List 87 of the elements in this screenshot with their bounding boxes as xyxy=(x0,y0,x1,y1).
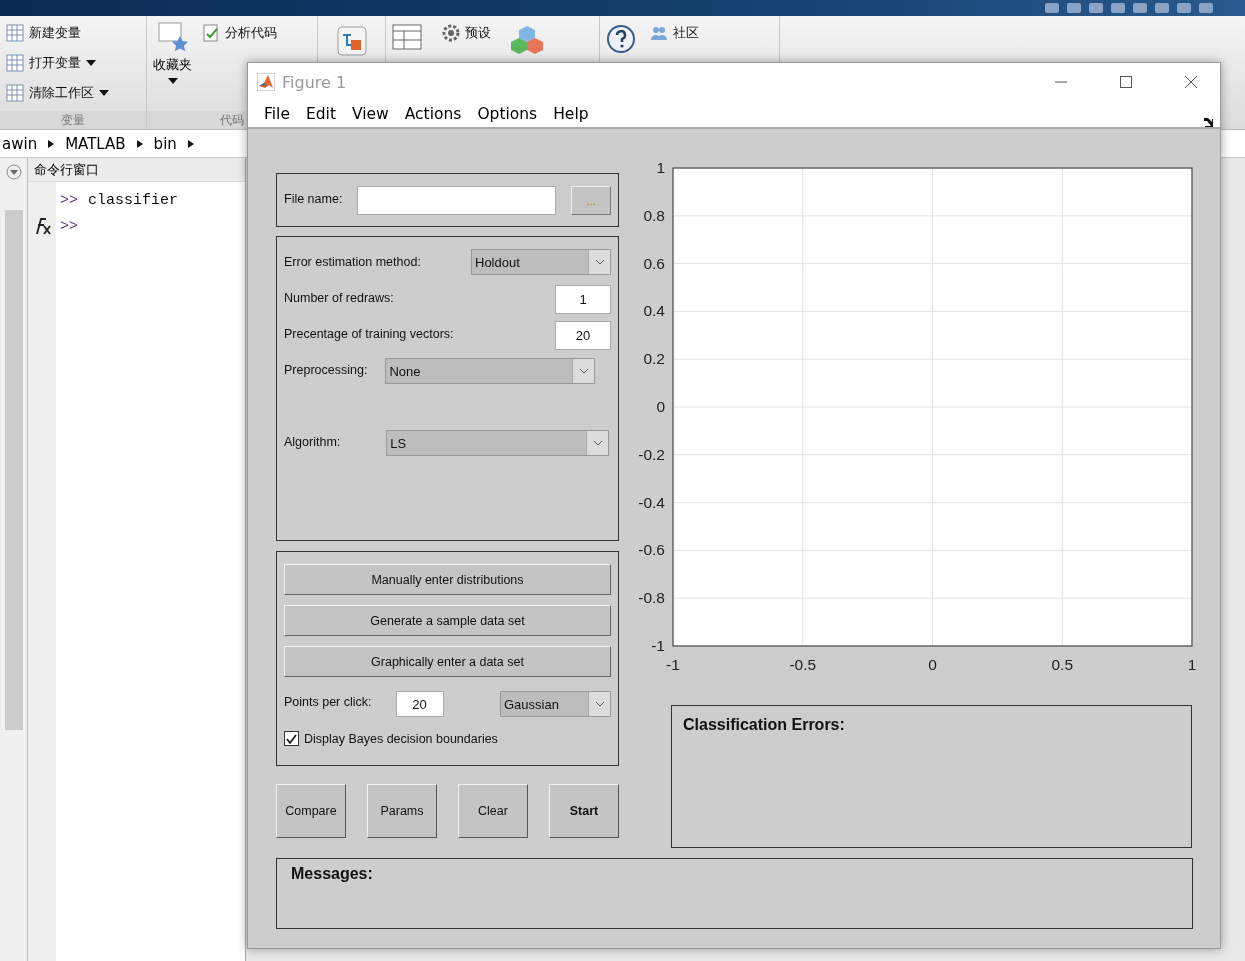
chevron-down-icon xyxy=(594,701,605,707)
menu-item[interactable]: Options xyxy=(469,105,546,123)
panel-title: Classification Errors: xyxy=(683,716,845,733)
tick-label: 0.8 xyxy=(643,206,665,224)
file-name-field[interactable] xyxy=(357,186,557,215)
menu-item[interactable]: Actions xyxy=(396,105,470,123)
method-select[interactable]: Holdout xyxy=(471,249,611,275)
tick-label: -0.8 xyxy=(638,589,665,607)
triangle-right-icon xyxy=(186,138,195,149)
gear-icon xyxy=(442,24,460,42)
triangle-right-icon xyxy=(135,138,144,149)
scrollbar[interactable] xyxy=(4,210,23,730)
tick-label: 0.4 xyxy=(643,302,665,320)
checkbox[interactable] xyxy=(284,731,299,746)
field-label: Precentage of training vectors: xyxy=(284,326,454,341)
variable-grid-icon xyxy=(6,54,24,72)
data-button[interactable]: Generate a sample data set xyxy=(284,605,611,636)
variable-grid-icon xyxy=(6,84,24,102)
panel-title: 命令行窗口 xyxy=(28,158,245,182)
ribbon-button[interactable]: 打开变量 xyxy=(6,52,109,74)
field-label: Algorithm: xyxy=(284,434,341,449)
tick-label: 0.5 xyxy=(1051,656,1074,673)
menu-item[interactable]: View xyxy=(343,105,397,123)
tick-label: 0.6 xyxy=(643,254,665,272)
help-icon xyxy=(606,24,636,54)
section-label: 变量 xyxy=(0,111,146,129)
tick-label: 0 xyxy=(928,656,937,673)
menu-item[interactable]: Help xyxy=(545,105,597,123)
tick-label: -0.4 xyxy=(638,493,665,511)
field-label: Points per click: xyxy=(284,694,372,709)
action-button[interactable]: Start xyxy=(549,784,619,838)
redraws-field[interactable]: 1 xyxy=(555,285,611,314)
field-label: Preprocessing: xyxy=(284,362,368,377)
maximize-icon xyxy=(1120,76,1132,88)
block-diagram-icon xyxy=(336,26,367,56)
breadcrumb-item[interactable]: awin xyxy=(2,134,38,153)
dock-arrow-icon xyxy=(1203,117,1214,128)
favorites-button[interactable]: 收藏夹 xyxy=(153,22,192,84)
dropdown-circle-icon xyxy=(5,164,22,180)
tick-label: -1 xyxy=(666,656,680,673)
people-icon xyxy=(650,24,668,42)
ribbon-button[interactable]: 预设 xyxy=(442,24,491,42)
preprocessing-select[interactable]: None xyxy=(385,358,596,384)
training-field[interactable]: 20 xyxy=(555,321,611,350)
command-prompt: >> xyxy=(60,191,78,209)
command-prompt: >> xyxy=(60,217,78,235)
caret-icon xyxy=(167,78,178,84)
breadcrumb-item[interactable]: MATLAB xyxy=(65,134,126,153)
layout-icon xyxy=(392,24,422,50)
field-label: File name: xyxy=(284,191,343,206)
cubes-icon xyxy=(511,24,543,56)
tick-label: -0.5 xyxy=(789,656,817,673)
chevron-down-icon xyxy=(578,368,589,374)
ribbon-button[interactable]: 清除工作区 xyxy=(6,82,109,104)
ribbon-button[interactable]: 新建变量 xyxy=(6,22,109,44)
tick-label: 0.2 xyxy=(643,350,665,368)
tick-label: -0.2 xyxy=(638,445,665,463)
action-button[interactable]: Compare xyxy=(276,784,346,838)
tick-label: -1 xyxy=(651,637,665,654)
panel-title: Messages: xyxy=(291,865,373,882)
chevron-down-icon xyxy=(594,259,605,265)
breadcrumb-item[interactable]: bin xyxy=(153,134,177,153)
ribbon-button[interactable]: 分析代码 xyxy=(202,22,277,44)
star-icon xyxy=(157,22,188,52)
triangle-right-icon xyxy=(47,138,56,149)
ribbon-button[interactable]: 社区 xyxy=(650,24,699,42)
tick-label: 0 xyxy=(656,398,665,415)
checked-document-icon xyxy=(202,24,220,42)
action-button[interactable]: Params xyxy=(367,784,437,838)
variable-grid-icon xyxy=(6,24,24,42)
field-label: Number of redraws: xyxy=(284,290,394,305)
command-text: classifier xyxy=(88,191,179,209)
action-button[interactable]: Clear xyxy=(458,784,528,838)
window-title: Figure 1 xyxy=(282,72,348,92)
tick-label: 1 xyxy=(1187,656,1197,673)
distribution-select[interactable]: Gaussian xyxy=(500,691,611,717)
tick-label: -0.6 xyxy=(638,541,665,559)
app-logo-icon xyxy=(257,73,275,91)
chevron-down-icon xyxy=(592,440,603,446)
data-button[interactable]: Manually enter distributions xyxy=(284,564,611,595)
field-label: Error estimation method: xyxy=(284,254,421,269)
algorithm-select[interactable]: LS xyxy=(386,430,610,456)
points-field[interactable]: 20 xyxy=(395,691,444,717)
data-button[interactable]: Graphically enter a data set xyxy=(284,646,611,677)
tick-label: 1 xyxy=(656,159,665,176)
close-icon xyxy=(1185,76,1197,88)
checkbox-label: Display Bayes decision boundaries xyxy=(304,731,498,746)
